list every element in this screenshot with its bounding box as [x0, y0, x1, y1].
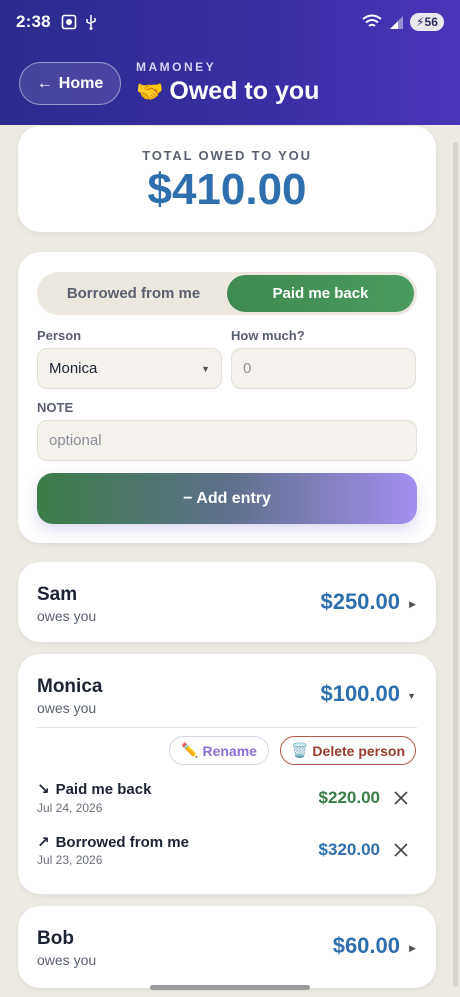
chevron-right-icon: ▶: [409, 599, 416, 609]
chevron-down-icon[interactable]: ▼: [407, 691, 416, 701]
delete-person-button[interactable]: 🗑️ Delete person: [280, 736, 416, 765]
pencil-icon: ✏️: [181, 742, 199, 758]
usb-icon: [86, 15, 96, 30]
person-select[interactable]: Monica ▼: [37, 348, 222, 389]
person-amount: $250.00: [320, 589, 400, 614]
home-button-label: Home: [58, 74, 104, 92]
person-name: Bob: [37, 928, 74, 949]
entry-amount: $320.00: [318, 840, 380, 859]
back-arrow-icon: ←: [36, 74, 53, 92]
toggle-borrowed-from-me[interactable]: Borrowed from me: [40, 275, 227, 312]
entry-date: Jul 23, 2026: [37, 853, 103, 867]
brand-name: MAMONEY: [136, 60, 217, 74]
person-card-bob[interactable]: Bob owes you $60.00 ▶: [18, 906, 436, 988]
entry-amount: $220.00: [318, 788, 380, 807]
screen-record-icon: [61, 14, 77, 30]
entry-title: ↗ Borrowed from me: [37, 833, 189, 852]
app-header: 2:38 ⚡ 56 ← Home MAMONEY 🤝 Owed to you: [0, 0, 460, 125]
add-entry-button[interactable]: − Add entry: [37, 473, 417, 524]
arrow-up-right-icon: ↗: [37, 834, 50, 851]
person-amount: $60.00: [332, 933, 400, 958]
entry-title: ↘ Paid me back: [37, 780, 152, 799]
handshake-icon: 🤝: [136, 78, 164, 104]
person-name: Monica: [37, 676, 103, 697]
home-button[interactable]: ← Home: [19, 62, 121, 105]
person-subtitle: owes you: [37, 608, 97, 624]
person-label: Person: [37, 328, 82, 343]
arrow-down-right-icon: ↘: [37, 781, 50, 798]
remove-entry-icon[interactable]: [392, 841, 410, 859]
divider: [37, 727, 417, 728]
amount-label: How much?: [231, 328, 305, 343]
total-value: $410.00: [147, 165, 307, 214]
battery-indicator: ⚡ 56: [410, 13, 444, 31]
person-card-monica: Monica owes you $100.00 ▼ ✏️ Rename 🗑️ D…: [18, 654, 436, 894]
chevron-right-icon: ▶: [409, 943, 416, 953]
caret-down-icon: ▼: [201, 363, 210, 374]
entry-type-toggle: Borrowed from me Paid me back: [37, 272, 417, 315]
person-card-sam[interactable]: Sam owes you $250.00 ▶: [18, 562, 436, 642]
total-label: TOTAL OWED TO YOU: [142, 148, 312, 163]
person-subtitle: owes you: [37, 952, 97, 968]
battery-bolt-icon: ⚡: [416, 15, 425, 29]
remove-entry-icon[interactable]: [392, 789, 410, 807]
rename-button[interactable]: ✏️ Rename: [169, 736, 269, 765]
note-input[interactable]: optional: [37, 420, 417, 461]
person-amount[interactable]: $100.00: [320, 681, 400, 707]
status-time: 2:38: [16, 12, 51, 31]
gesture-bar[interactable]: [150, 985, 310, 990]
note-label: NOTE: [37, 400, 74, 415]
entry-form-card: Borrowed from me Paid me back Person Mon…: [18, 252, 436, 543]
entry-date: Jul 24, 2026: [37, 801, 103, 815]
total-card: TOTAL OWED TO YOU $410.00: [18, 126, 436, 232]
signal-icon: [390, 16, 403, 29]
amount-input[interactable]: 0: [231, 348, 416, 389]
wifi-icon: [362, 14, 382, 27]
trash-icon: 🗑️: [290, 742, 309, 758]
scrollbar[interactable]: [453, 142, 458, 987]
person-name: Sam: [37, 584, 78, 605]
page-title: Owed to you: [169, 77, 320, 105]
status-bar: 2:38 ⚡ 56: [0, 0, 460, 44]
person-subtitle: owes you: [37, 700, 97, 716]
toggle-paid-me-back[interactable]: Paid me back: [227, 275, 414, 312]
